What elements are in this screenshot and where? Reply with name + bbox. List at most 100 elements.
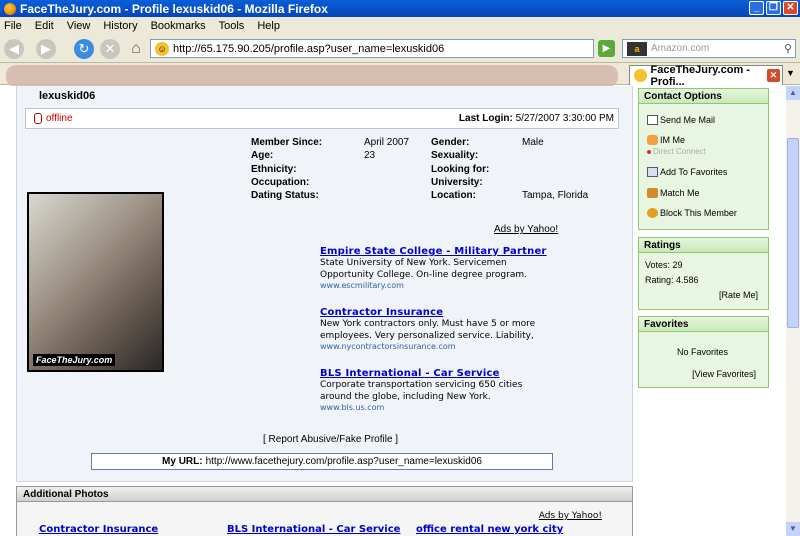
ratings-title: Ratings: [639, 238, 768, 253]
match-me-label: Match Me: [660, 188, 700, 198]
ad-title-link[interactable]: Contractor Insurance: [320, 307, 550, 318]
gender-label: Gender:: [431, 137, 470, 148]
back-icon[interactable]: ◀: [4, 39, 24, 59]
ad-link[interactable]: Contractor Insurance: [39, 524, 158, 535]
menu-bookmarks[interactable]: Bookmarks: [151, 20, 206, 32]
votes-text: Votes: 29: [645, 260, 683, 270]
search-field[interactable]: a Amazon.com ⚲: [622, 39, 796, 58]
minimize-button[interactable]: _: [749, 1, 764, 15]
ratings-panel: Ratings Votes: 29 Rating: 4.586 [Rate Me…: [638, 237, 769, 310]
offline-icon: [34, 113, 42, 124]
ad-text: Opportunity College. On-line degree prog…: [320, 270, 527, 280]
rate-me-link[interactable]: [Rate Me]: [719, 290, 758, 300]
gender-value: Male: [522, 137, 544, 148]
menu-edit[interactable]: Edit: [35, 20, 54, 32]
member-since-value: April 2007: [364, 137, 410, 148]
forward-icon[interactable]: ▶: [36, 39, 56, 59]
menu-tools[interactable]: Tools: [219, 20, 245, 32]
my-url-value[interactable]: http://www.facethejury.com/profile.asp?u…: [206, 456, 482, 467]
search-icon[interactable]: ⚲: [784, 42, 792, 55]
add-to-favorites-label: Add To Favorites: [660, 167, 728, 177]
status-dot-icon: [647, 149, 651, 154]
profile-photo[interactable]: FaceTheJury.com: [27, 192, 164, 372]
tab-bar: FaceTheJury.com - Profi... ✕ ▼: [0, 63, 800, 88]
vertical-scrollbar[interactable]: ▲ ▼: [786, 86, 800, 536]
home-icon[interactable]: ⌂: [126, 39, 146, 59]
location-value: Tampa, Florida: [522, 190, 589, 201]
favorites-title: Favorites: [639, 317, 768, 332]
ad-title-link[interactable]: BLS International - Car Service: [320, 368, 550, 379]
window-title: FaceTheJury.com - Profile lexuskid06 - M…: [20, 1, 328, 16]
ad-item: Contractor Insurance New York contractor…: [320, 307, 550, 351]
profile-username: lexuskid06: [39, 90, 96, 102]
window-titlebar: FaceTheJury.com - Profile lexuskid06 - M…: [0, 0, 800, 17]
ad-title-link[interactable]: Empire State College - Military Partner: [320, 246, 550, 257]
firefox-icon: [4, 2, 16, 15]
tab-list-chevron-down-icon[interactable]: ▼: [786, 68, 795, 78]
ad-url-link[interactable]: www.escmilitary.com: [320, 281, 550, 290]
menu-history[interactable]: History: [103, 20, 137, 32]
stop-icon[interactable]: ✕: [100, 39, 120, 59]
menu-view[interactable]: View: [67, 20, 91, 32]
university-label: University:: [431, 177, 483, 188]
occupation-label: Occupation:: [251, 177, 310, 188]
status-offline: offline: [46, 113, 73, 124]
add-to-favorites-link[interactable]: Add To Favorites: [647, 167, 727, 177]
menu-help[interactable]: Help: [257, 20, 280, 32]
last-login-label: Last Login:: [458, 113, 513, 124]
last-login: Last Login: 5/27/2007 3:30:00 PM: [459, 113, 614, 124]
profile-panel: lexuskid06 offline Last Login: 5/27/2007…: [16, 86, 633, 482]
block-icon: [647, 208, 658, 218]
location-label: Location:: [431, 190, 476, 201]
redacted-bookmarks-scribble: [6, 65, 618, 87]
ad-text: around the globe, including New York.: [320, 392, 491, 402]
ad-text: State University of New York. Servicemen: [320, 258, 507, 268]
my-url-label: My URL:: [162, 456, 203, 467]
match-me-link[interactable]: Match Me: [647, 188, 700, 198]
ad-url-link[interactable]: www.nycontractorsinsurance.com: [320, 342, 550, 351]
search-placeholder: Amazon.com: [651, 43, 710, 54]
direct-connect-link[interactable]: Direct Connect: [647, 147, 706, 156]
im-me-label: IM Me: [660, 135, 686, 145]
close-window-button[interactable]: ✕: [783, 1, 798, 15]
ad-item: BLS International - Car Service Corporat…: [320, 368, 550, 412]
reload-icon[interactable]: ↻: [74, 39, 94, 59]
member-since-label: Member Since:: [251, 137, 323, 148]
chat-icon: [647, 135, 658, 145]
navigation-toolbar: ◀ ▶ ↻ ✕ ⌂ ☺ http://65.175.90.205/profile…: [0, 35, 800, 63]
ads-by-yahoo-link[interactable]: Ads by Yahoo!: [539, 511, 602, 521]
send-me-mail-label: Send Me Mail: [660, 115, 716, 125]
restore-button[interactable]: ❐: [766, 1, 781, 15]
ad-link[interactable]: BLS International - Car Service: [227, 524, 400, 535]
view-favorites-link[interactable]: [View Favorites]: [692, 369, 756, 379]
scroll-down-icon[interactable]: ▼: [786, 522, 800, 536]
ad-url-link[interactable]: www.bls.us.com: [320, 403, 550, 412]
scroll-up-icon[interactable]: ▲: [786, 86, 800, 100]
looking-for-label: Looking for:: [431, 164, 490, 175]
my-url-box: My URL: http://www.facethejury.com/profi…: [91, 453, 553, 470]
direct-connect-label: Direct Connect: [653, 147, 706, 156]
ad-link[interactable]: office rental new york city: [416, 524, 563, 535]
block-member-link[interactable]: Block This Member: [647, 208, 737, 218]
go-button[interactable]: ▶: [598, 40, 615, 57]
url-bar[interactable]: ☺ http://65.175.90.205/profile.asp?user_…: [150, 39, 594, 58]
last-login-value: 5/27/2007 3:30:00 PM: [515, 113, 614, 124]
dating-status-label: Dating Status:: [251, 190, 319, 201]
no-favorites-text: No Favorites: [677, 347, 729, 357]
mail-icon: [647, 115, 658, 125]
photo-watermark: FaceTheJury.com: [33, 354, 116, 366]
site-favicon-icon: ☺: [155, 41, 169, 56]
tab-label: FaceTheJury.com - Profi...: [650, 63, 750, 88]
ads-by-yahoo-link[interactable]: Ads by Yahoo!: [494, 224, 558, 235]
menu-file[interactable]: File: [4, 20, 22, 32]
close-tab-icon[interactable]: ✕: [767, 69, 780, 82]
tab-profile[interactable]: FaceTheJury.com - Profi... ✕: [629, 63, 783, 88]
im-me-link[interactable]: IM Me: [647, 135, 685, 145]
ad-text: Corporate transportation servicing 650 c…: [320, 380, 523, 390]
match-icon: [647, 188, 658, 198]
scrollbar-thumb[interactable]: [787, 138, 799, 328]
search-engine-icon[interactable]: a: [627, 41, 647, 56]
status-bar: offline Last Login: 5/27/2007 3:30:00 PM: [25, 108, 619, 129]
report-abuse-link[interactable]: [ Report Abusive/Fake Profile ]: [263, 434, 398, 445]
send-me-mail-link[interactable]: Send Me Mail: [647, 115, 715, 125]
